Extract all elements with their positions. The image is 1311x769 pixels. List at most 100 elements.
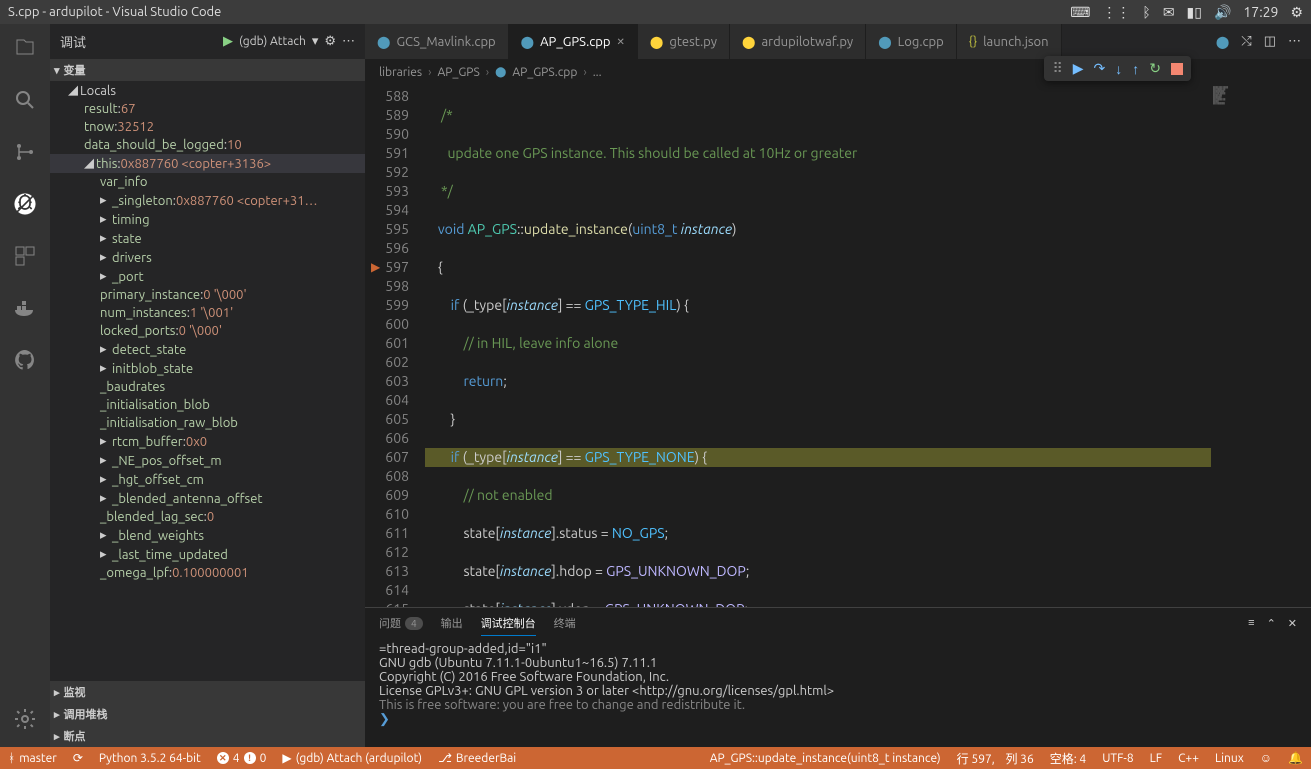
var-last-time[interactable]: ▸_last_time_updated <box>50 545 365 564</box>
sb-eol[interactable]: LF <box>1142 750 1170 767</box>
var-result[interactable]: result: 67 <box>50 100 365 118</box>
var-singleton[interactable]: ▸_singleton: 0x887760 <copter+31… <box>50 191 365 210</box>
var-state[interactable]: ▸state <box>50 229 365 248</box>
bluetooth-icon[interactable]: ᛒ <box>1142 4 1150 20</box>
output-tab[interactable]: 输出 <box>441 611 463 635</box>
debug-console-body[interactable]: =thread-group-added,id="i1" GNU gdb (Ubu… <box>365 638 1311 747</box>
debug-config-select[interactable]: (gdb) Attach <box>239 35 306 48</box>
variables-section[interactable]: ▾变量 <box>50 59 365 81</box>
var-var-info[interactable]: var_info <box>50 173 365 191</box>
battery-icon[interactable]: ▮▯ <box>1187 4 1202 21</box>
settings-icon[interactable]: ⚙ <box>1290 4 1303 21</box>
var-initblob[interactable]: ▸initblob_state <box>50 359 365 378</box>
sb-lang[interactable]: C++ <box>1170 750 1207 767</box>
start-debug-button[interactable]: ▶ <box>223 34 233 49</box>
sb-errors[interactable]: ✕4 !0 <box>209 752 275 765</box>
wifi-icon[interactable]: ⋮⋮ <box>1102 4 1130 21</box>
watch-section[interactable]: ▸监视 <box>50 681 365 703</box>
var-primary[interactable]: primary_instance: 0 '\000' <box>50 286 365 304</box>
var-init-raw[interactable]: _initialisation_raw_blob <box>50 414 365 432</box>
panel-close-icon[interactable]: ✕ <box>1288 617 1297 630</box>
debug-icon[interactable] <box>9 188 41 220</box>
debug-console-tab[interactable]: 调试控制台 <box>481 611 536 636</box>
source-control-icon[interactable] <box>9 136 41 168</box>
var-init-blob[interactable]: _initialisation_blob <box>50 396 365 414</box>
breakpoint-icon[interactable]: ▶ <box>371 258 380 277</box>
panel-clear-icon[interactable]: ≡ <box>1248 617 1254 630</box>
tab-log[interactable]: ⬤Log.cpp <box>866 24 957 59</box>
debug-header: 调试 ▶ (gdb) Attach ▾ ⚙ ⋯ <box>50 24 365 59</box>
var-blend-w[interactable]: ▸_blend_weights <box>50 526 365 545</box>
code-editor[interactable]: /* update one GPS instance. This should … <box>425 85 1211 607</box>
debug-grip-icon[interactable]: ⠿ <box>1052 60 1062 77</box>
var-timing[interactable]: ▸timing <box>50 210 365 229</box>
var-hgt[interactable]: ▸_hgt_offset_cm <box>50 470 365 489</box>
var-antenna[interactable]: ▸_blended_antenna_offset <box>50 489 365 508</box>
var-data-should[interactable]: data_should_be_logged: 10 <box>50 136 365 154</box>
minimap[interactable]: ████ ██ ██████ ████ ████████████ ██ ████… <box>1211 85 1311 607</box>
volume-icon[interactable]: 🔊 <box>1214 4 1231 21</box>
tab-launch[interactable]: {}launch.json <box>957 24 1062 59</box>
sb-branch[interactable]: ᚼ master <box>0 752 65 765</box>
panel-collapse-icon[interactable]: ⌃ <box>1267 617 1276 630</box>
sb-sync[interactable]: ⟳ <box>65 751 91 765</box>
step-into-button[interactable]: ↓ <box>1115 61 1122 77</box>
var-ne-pos[interactable]: ▸_NE_pos_offset_m <box>50 451 365 470</box>
clock[interactable]: 17:29 <box>1243 4 1278 20</box>
var-omega[interactable]: _omega_lpf: 0.100000001 <box>50 564 365 582</box>
stop-button[interactable] <box>1171 63 1183 75</box>
sb-context[interactable]: AP_GPS::update_instance(uint8_t instance… <box>702 750 949 767</box>
var-this[interactable]: ◢this: 0x887760 <copter+3136> <box>50 154 365 173</box>
var-port[interactable]: ▸_port <box>50 267 365 286</box>
step-over-button[interactable]: ↷ <box>1094 60 1106 77</box>
debug-settings-icon[interactable]: ⚙ <box>324 34 336 49</box>
sb-python[interactable]: Python 3.5.2 64-bit <box>91 752 209 765</box>
var-tnow[interactable]: tnow: 32512 <box>50 118 365 136</box>
callstack-section[interactable]: ▸调用堆栈 <box>50 703 365 725</box>
search-icon[interactable] <box>9 84 41 116</box>
breadcrumbs[interactable]: libraries› AP_GPS› ⬤AP_GPS.cpp› ... ⠿ ▶ … <box>365 59 1311 85</box>
locals-scope[interactable]: ◢Locals <box>50 81 365 100</box>
cpp-icon[interactable]: ⬤ <box>1216 35 1229 49</box>
keyboard-icon[interactable]: ⌨ <box>1070 4 1090 21</box>
sb-bell[interactable]: 🔔 <box>1280 750 1311 767</box>
sb-feedback[interactable]: ☺ <box>1252 750 1280 767</box>
continue-button[interactable]: ▶ <box>1073 60 1084 77</box>
restart-button[interactable]: ↻ <box>1149 60 1161 77</box>
problems-tab[interactable]: 问题4 <box>379 611 423 635</box>
close-icon[interactable]: ✕ <box>617 36 625 48</box>
chevron-down-icon[interactable]: ▾ <box>312 34 319 49</box>
debug-more-icon[interactable]: ⋯ <box>342 34 355 49</box>
tab-ap-gps[interactable]: ⬤AP_GPS.cpp✕ <box>509 24 638 59</box>
sb-line-col[interactable]: 行 597, 列 36 <box>949 750 1042 767</box>
tab-gcs-mavlink[interactable]: ⬤GCS_Mavlink.cpp <box>365 24 509 59</box>
tab-waf[interactable]: ⬤ardupilotwaf.py <box>730 24 866 59</box>
split-icon[interactable]: ◫ <box>1264 34 1276 49</box>
step-out-button[interactable]: ↑ <box>1132 61 1139 77</box>
sb-encoding[interactable]: UTF-8 <box>1094 750 1141 767</box>
settings-gear-icon[interactable] <box>9 703 41 735</box>
line-gutter[interactable]: 588589590591592593594595596 ▶597 5985996… <box>365 85 425 607</box>
sb-spaces[interactable]: 空格: 4 <box>1042 750 1094 767</box>
var-baudrates[interactable]: _baudrates <box>50 378 365 396</box>
var-detect[interactable]: ▸detect_state <box>50 340 365 359</box>
sb-github[interactable]: ⎇ BreederBai <box>430 751 524 765</box>
var-drivers[interactable]: ▸drivers <box>50 248 365 267</box>
github-icon[interactable] <box>9 344 41 376</box>
tab-gtest[interactable]: ⬤gtest.py <box>638 24 730 59</box>
var-rtcm[interactable]: ▸rtcm_buffer: 0x0 <box>50 432 365 451</box>
var-lag-sec[interactable]: _blended_lag_sec: 0 <box>50 508 365 526</box>
docker-icon[interactable] <box>9 292 41 324</box>
sb-debug-status[interactable]: ▶ (gdb) Attach (ardupilot) <box>274 751 430 765</box>
terminal-tab[interactable]: 终端 <box>554 611 576 635</box>
var-num-inst[interactable]: num_instances: 1 '\001' <box>50 304 365 322</box>
breakpoints-section[interactable]: ▸断点 <box>50 725 365 747</box>
mail-icon[interactable]: ✉ <box>1163 4 1175 21</box>
explorer-icon[interactable] <box>9 32 41 64</box>
sb-os[interactable]: Linux <box>1207 750 1252 767</box>
compare-icon[interactable]: ⤭ <box>1241 34 1251 49</box>
var-locked[interactable]: locked_ports: 0 '\000' <box>50 322 365 340</box>
extensions-icon[interactable] <box>9 240 41 272</box>
editor-actions: ⬤ ⤭ ◫ ⋯ <box>1206 24 1311 59</box>
more-icon[interactable]: ⋯ <box>1288 34 1301 49</box>
